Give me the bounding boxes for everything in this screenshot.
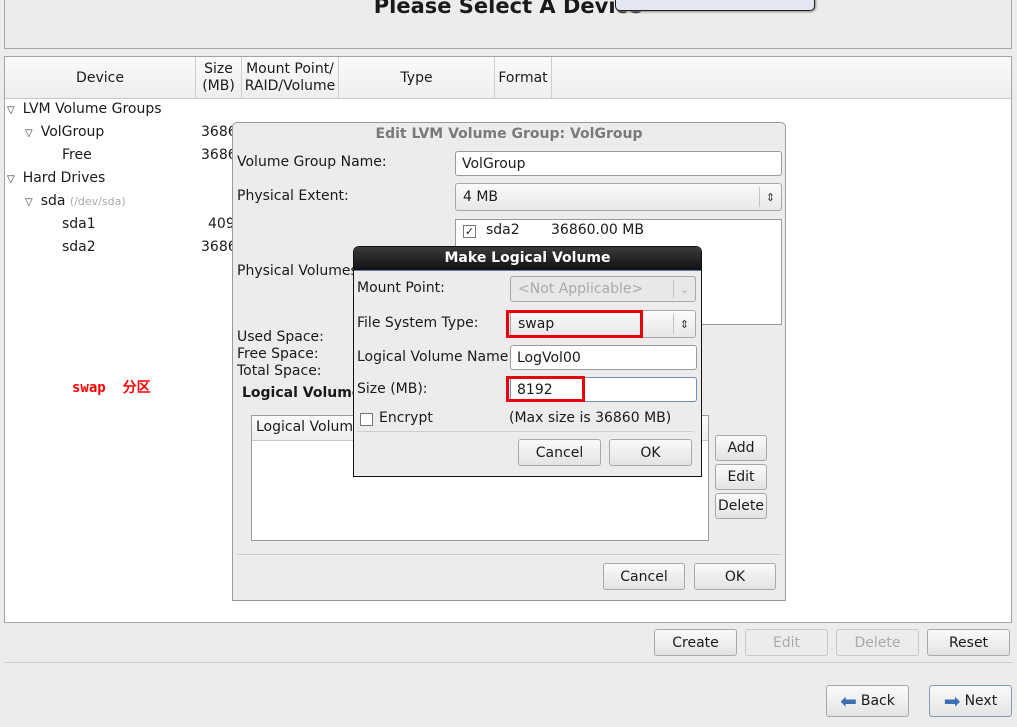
fs-type-label: File System Type: [357,315,479,331]
lv-section-title: Logical Volume [242,385,362,401]
col-mount-label: Mount Point/ [246,61,334,77]
row-label: Hard Drives [22,170,106,186]
cancel-label: Cancel [620,568,668,585]
table-header: Device Size (MB) Mount Point/RAID/Volume … [5,57,1011,99]
row-label: sda [40,193,66,209]
table-row[interactable]: ▽ LVM Volume Groups [7,101,162,117]
make-lv-dialog: Make Logical Volume Mount Point: <Not Ap… [353,246,702,477]
lv-add-button[interactable]: Add [715,435,767,461]
reset-label: Reset [948,634,989,651]
edit-button[interactable]: Edit [745,629,828,656]
vg-name-input[interactable]: VolGroup [455,151,782,176]
page-title: Please Select A Device [373,0,643,18]
table-row[interactable]: ▽ Hard Drives [7,170,105,186]
create-button[interactable]: Create [654,629,737,656]
add-label: Add [727,440,755,456]
ok-label: OK [724,568,746,585]
col-size-unit: (MB) [202,78,235,94]
delete-label: Delete [854,634,901,651]
encrypt-label[interactable]: Encrypt [379,410,433,426]
extent-label: Physical Extent: [237,188,349,204]
lv-edit-button[interactable]: Edit [715,464,767,490]
row-label: VolGroup [40,124,105,140]
col-type[interactable]: Type [339,57,495,99]
make-lv-ok-button[interactable]: OK [609,439,692,466]
lv-delete-button[interactable]: Delete [715,493,767,519]
col-size-label: Size [204,61,233,77]
pv-checkbox[interactable]: ✓ [463,225,476,238]
size-label: Size (MB): [357,381,428,397]
size-highlight [506,376,585,402]
encrypt-checkbox[interactable] [360,413,373,426]
col-format[interactable]: Format [495,57,552,99]
pv-name: sda2 [486,222,520,238]
back-label: Back [860,693,895,709]
pv-size: 36860.00 MB [551,222,644,238]
make-lv-titlebar: Make Logical Volume [354,247,701,271]
mount-point-label: Mount Point: [357,280,445,296]
delete-label: Delete [718,498,764,514]
table-row[interactable]: ▽ sda (/dev/sda) [25,193,126,209]
cancel-label: Cancel [535,444,584,461]
table-row[interactable]: sda1 [62,216,96,232]
make-lv-title: Make Logical Volume [444,250,611,266]
col-size[interactable]: Size (MB) [196,57,242,99]
next-button[interactable]: ➡ Next [929,685,1012,717]
fs-type-highlight [506,310,643,338]
edit-label: Edit [772,634,801,651]
arrow-right-icon: ➡ [943,689,961,713]
swap-annotation: swap 分区 [72,380,151,396]
extent-value: 4 MB [463,189,499,205]
extent-select[interactable]: 4 MB ⇕ [455,183,782,211]
col-device-label: Device [76,69,124,86]
back-button[interactable]: ⬅ Back [826,685,909,717]
updown-icon: ⇕ [673,314,695,334]
make-lv-cancel-button[interactable]: Cancel [518,439,601,466]
lvm-ok-button[interactable]: OK [694,563,776,590]
col-device[interactable]: Device [5,57,196,99]
expander-icon[interactable]: ▽ [7,174,15,185]
divider [357,431,693,432]
header-panel: Please Select A Device [4,0,1012,49]
create-label: Create [672,634,719,651]
col-format-label: Format [498,69,548,86]
edit-label: Edit [727,469,755,485]
pv-label: Physical Volumes [237,263,358,279]
used-space-label: Used Space: [237,329,324,345]
expander-icon[interactable]: ▽ [25,197,33,208]
table-row[interactable]: ▽ VolGroup [25,124,104,140]
lv-name-label: Logical Volume Name: [357,349,514,365]
expander-icon[interactable]: ▽ [25,128,33,139]
lvm-dialog-title: Edit LVM Volume Group: VolGroup [375,126,643,142]
lv-col-label: Logical Volume [256,419,362,435]
total-space-label: Total Space: [237,363,322,379]
chevron-down-icon: ⌄ [673,280,695,298]
vg-name-label: Volume Group Name: [237,154,387,170]
row-sublabel: (/dev/sda) [69,195,126,208]
ok-label: OK [640,444,661,461]
reset-button[interactable]: Reset [927,629,1010,656]
updown-icon: ⇕ [759,187,781,207]
row-size: 409 [208,216,235,232]
free-space-label: Free Space: [237,346,319,362]
next-label: Next [964,693,998,709]
max-size-note: (Max size is 36860 MB) [509,410,672,426]
lvm-cancel-button[interactable]: Cancel [603,563,685,590]
mount-point-select: <Not Applicable> ⌄ [510,276,696,302]
mount-point-value: <Not Applicable> [518,281,644,297]
col-mount-label-2: RAID/Volume [244,78,336,94]
divider [237,554,781,555]
table-row[interactable]: sda2 [62,239,96,255]
tooltip-popup [615,0,815,11]
arrow-left-icon: ⬅ [840,689,857,713]
divider [4,662,1013,663]
lv-name-input[interactable]: LogVol00 [510,345,697,370]
table-row[interactable]: Free [62,147,92,163]
col-mount[interactable]: Mount Point/RAID/Volume [242,57,339,99]
col-type-label: Type [400,69,433,86]
delete-button[interactable]: Delete [836,629,919,656]
expander-icon[interactable]: ▽ [7,105,15,116]
row-label: LVM Volume Groups [22,101,162,117]
